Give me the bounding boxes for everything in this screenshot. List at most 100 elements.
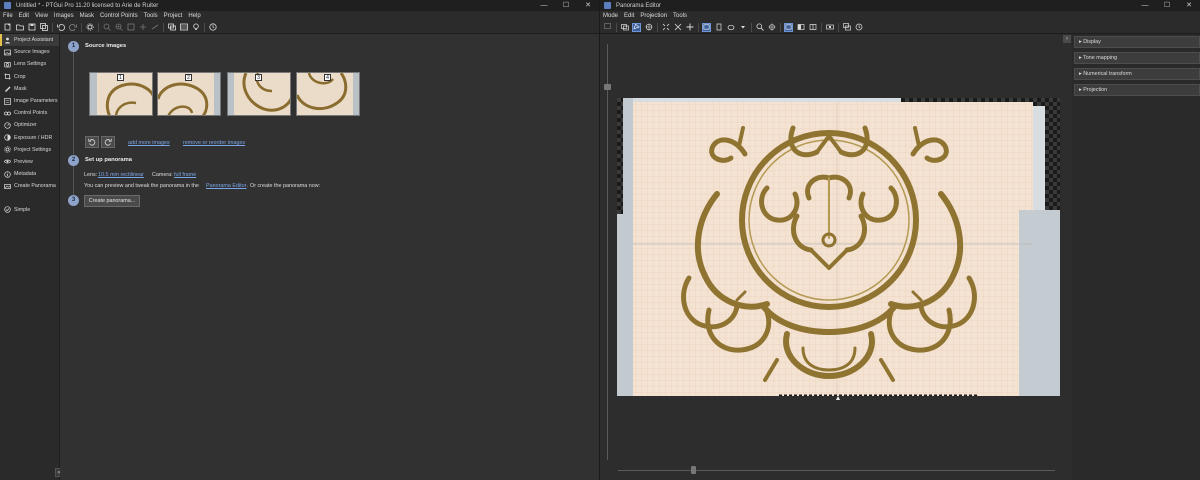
menu-file[interactable]: File <box>3 13 13 19</box>
sidebar-item-image-parameters[interactable]: Image Parameters <box>0 95 59 107</box>
panel-projection[interactable]: ▸ Projection <box>1074 84 1200 96</box>
grid-icon[interactable] <box>767 23 776 32</box>
menu-view[interactable]: View <box>35 13 48 19</box>
control-points-icon <box>4 110 11 117</box>
sidebar-item-mask[interactable]: Mask <box>0 83 59 95</box>
link-icon[interactable] <box>150 23 159 32</box>
zoom-in-icon[interactable] <box>114 23 123 32</box>
thumbnail-1[interactable]: 1 <box>89 72 153 116</box>
table-icon[interactable] <box>179 23 188 32</box>
sidebar-item-crop[interactable]: Crop <box>0 71 59 83</box>
panel-numerical-transform[interactable]: ▸ Numerical transform <box>1074 68 1200 80</box>
vertical-fov-slider[interactable] <box>604 84 611 90</box>
panorama-editor-icon[interactable] <box>167 23 176 32</box>
sidebar-item-project-assistant[interactable]: Project Assistant <box>0 34 59 47</box>
sidebar-item-create-panorama[interactable]: Create Panorama <box>0 180 59 192</box>
undo-icon[interactable] <box>56 23 65 32</box>
rotate-icon[interactable] <box>632 22 641 32</box>
menu-mask[interactable]: Mask <box>80 13 94 19</box>
sidebar-item-source-images[interactable]: Source Images <box>0 46 59 58</box>
menu-help[interactable]: Help <box>188 13 200 19</box>
create-panorama-button[interactable]: Create panorama... <box>84 195 140 207</box>
new-project-icon[interactable] <box>3 23 12 32</box>
crop-icon[interactable] <box>714 23 723 32</box>
sidebar-item-metadata[interactable]: Metadata <box>0 168 59 180</box>
dropdown-icon[interactable] <box>738 23 747 32</box>
pointer-icon[interactable] <box>603 23 612 32</box>
straighten-icon[interactable] <box>661 23 670 32</box>
minimize-button[interactable]: — <box>533 0 555 11</box>
view-normal-icon[interactable] <box>784 22 793 32</box>
numerical-icon[interactable] <box>702 22 711 32</box>
thumbnail-2[interactable]: 2 <box>157 72 221 116</box>
thumbnail-4[interactable]: 4 <box>296 72 360 116</box>
zoom-100-icon[interactable] <box>138 23 147 32</box>
panorama-center-marker[interactable] <box>836 396 840 400</box>
minimize-button[interactable]: — <box>1134 0 1156 11</box>
sidebar-item-project-settings[interactable]: Project Settings <box>0 144 59 156</box>
sidebar-item-label: Simple <box>14 206 31 213</box>
remove-reorder-images-link[interactable]: remove or reorder images <box>183 140 245 146</box>
settings-icon[interactable] <box>85 23 94 32</box>
camera-value-link[interactable]: full frame <box>174 172 196 178</box>
titlebar[interactable]: Untitled * - PTGui Pro 11.20 licensed to… <box>0 0 599 11</box>
help-icon[interactable] <box>208 23 217 32</box>
sidebar-item-lens-settings[interactable]: Lens Settings <box>0 58 59 70</box>
mask-icon[interactable] <box>726 23 735 32</box>
panorama-editor-link[interactable]: Panorama Editor <box>206 183 246 189</box>
open-icon[interactable] <box>15 23 24 32</box>
zoom-fit-icon[interactable] <box>126 23 135 32</box>
menu-tools[interactable]: Tools <box>673 13 687 19</box>
drag-icon[interactable] <box>620 23 629 32</box>
sidebar-item-optimizer[interactable]: Optimizer <box>0 119 59 131</box>
settings-icon[interactable] <box>854 23 863 32</box>
fit-icon[interactable] <box>685 23 694 32</box>
menu-edit[interactable]: Edit <box>19 13 29 19</box>
sidebar-item-simple[interactable]: Simple <box>0 203 59 215</box>
window-controls: — ☐ ✕ <box>533 0 599 11</box>
toolbar-separator <box>751 22 752 32</box>
crop-icon <box>4 73 11 80</box>
light-icon[interactable] <box>191 23 200 32</box>
panel-tone-mapping[interactable]: ▸ Tone mapping <box>1074 52 1200 64</box>
center-icon[interactable] <box>644 23 653 32</box>
save-all-icon[interactable] <box>39 23 48 32</box>
sidebar-item-label: Project Assistant <box>14 37 54 44</box>
titlebar[interactable]: Panorama Editor — ☐ ✕ <box>600 0 1200 11</box>
compare-icon[interactable] <box>825 23 834 32</box>
maximize-button[interactable]: ☐ <box>555 0 577 11</box>
menu-control-points[interactable]: Control Points <box>100 13 138 19</box>
view-mirror-icon[interactable] <box>808 23 817 32</box>
zoom-out-icon[interactable] <box>102 23 111 32</box>
maximize-button[interactable]: ☐ <box>1156 0 1178 11</box>
menu-edit[interactable]: Edit <box>624 13 634 19</box>
panel-display[interactable]: ▸ Display <box>1074 36 1200 48</box>
menu-images[interactable]: Images <box>54 13 74 19</box>
zoom-icon[interactable] <box>755 23 764 32</box>
lens-value-link[interactable]: 10.5 mm rectilinear <box>98 172 144 178</box>
sidebar-item-exposure-hdr[interactable]: Exposure / HDR <box>0 132 59 144</box>
sidebar-item-label: Lens Settings <box>14 61 47 68</box>
rotate-left-button[interactable] <box>85 136 99 148</box>
close-button[interactable]: ✕ <box>577 0 599 11</box>
save-icon[interactable] <box>27 23 36 32</box>
menu-mode[interactable]: Mode <box>603 13 618 19</box>
sidebar-item-control-points[interactable]: Control Points <box>0 107 59 119</box>
rotate-right-button[interactable] <box>101 136 115 148</box>
eye-icon <box>4 158 11 165</box>
view-split-icon[interactable] <box>796 23 805 32</box>
add-more-images-link[interactable]: add more images <box>128 140 170 146</box>
sidebar-item-preview[interactable]: Preview <box>0 156 59 168</box>
panorama-preview-image[interactable] <box>617 98 1060 396</box>
horizontal-slider-track <box>618 470 1055 471</box>
menu-project[interactable]: Project <box>164 13 183 19</box>
horizontal-fov-slider[interactable] <box>691 466 696 474</box>
align-icon[interactable] <box>673 23 682 32</box>
toggle-panels-button[interactable]: › <box>1063 35 1071 43</box>
close-button[interactable]: ✕ <box>1178 0 1200 11</box>
thumbnail-3[interactable]: 3 <box>227 72 291 116</box>
layers-icon[interactable] <box>842 23 851 32</box>
redo-icon[interactable] <box>68 23 77 32</box>
menu-tools[interactable]: Tools <box>144 13 158 19</box>
menu-projection[interactable]: Projection <box>640 13 667 19</box>
